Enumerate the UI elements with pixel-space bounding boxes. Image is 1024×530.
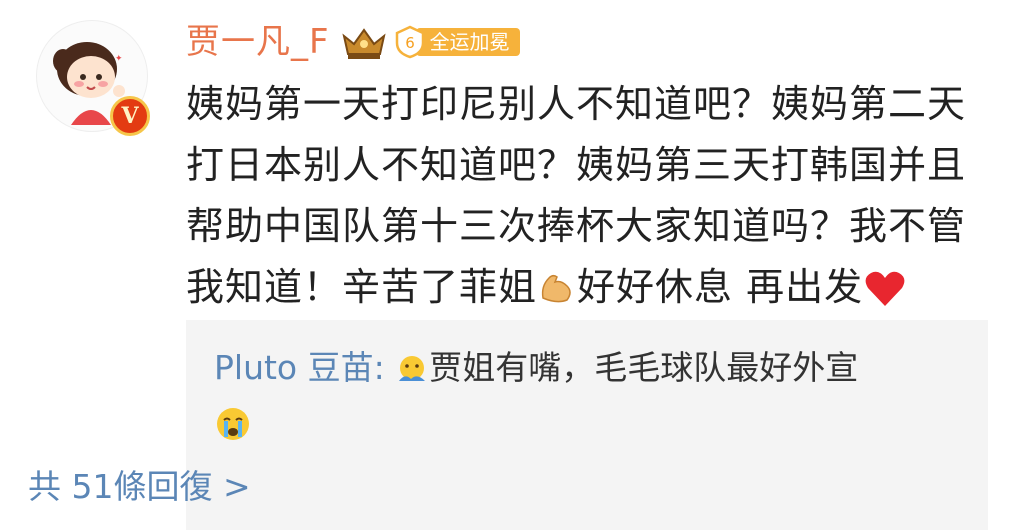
comment-text: 贾姐有嘴，毛毛球队最好外宣 [429, 348, 859, 387]
post-text-part2: 好好休息 再出发 [577, 265, 864, 309]
avatar[interactable]: ✦ V [36, 20, 150, 136]
level-badge[interactable]: 6 全运加冕 [394, 25, 520, 59]
view-replies-link[interactable]: 共 51條回復 > [28, 460, 251, 508]
post-username[interactable]: 贾一凡_F [186, 16, 330, 68]
verified-v-icon: V [110, 96, 150, 136]
comment-author[interactable]: Pluto 豆苗 [214, 348, 374, 387]
svg-text:✦: ✦ [115, 54, 123, 64]
crying-emoji [217, 408, 249, 440]
comment-preview[interactable]: Pluto 豆苗: 贾姐有嘴，毛毛球队最好外宣 [186, 320, 988, 530]
heart-emoji [865, 271, 905, 306]
badge-label: 全运加冕 [415, 28, 520, 56]
muscle-emoji [541, 274, 571, 303]
level-shield-icon: 6 [395, 25, 424, 59]
comment-line: Pluto 豆苗: 贾姐有嘴，毛毛球队最好外宣 [214, 340, 974, 452]
author-row: 贾一凡_F 6 全运加冕 [186, 16, 996, 68]
crown-icon [341, 28, 386, 59]
badge-level-number: 6 [405, 34, 415, 52]
hug-emoji [399, 356, 426, 381]
post-content: 贾一凡_F 6 全运加冕 姨妈第一天打印尼别人不知道吧？姨妈第二天打日本别人不知… [186, 16, 996, 318]
comment-separator: : [373, 348, 385, 387]
post-text: 姨妈第一天打印尼别人不知道吧？姨妈第二天打日本别人不知道吧？姨妈第三天打韩国并且… [186, 74, 986, 318]
